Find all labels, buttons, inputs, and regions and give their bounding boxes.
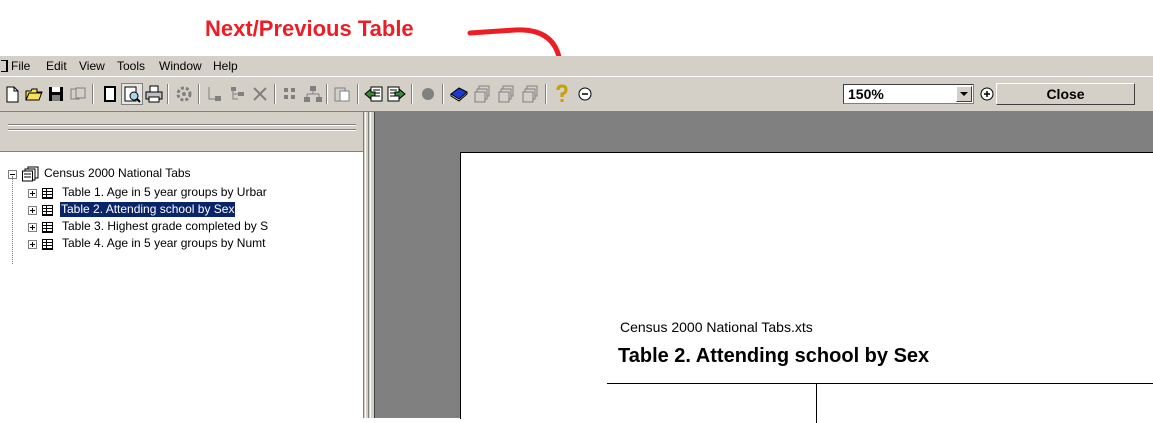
zoom-value: 150% (848, 86, 884, 102)
tree-item[interactable]: Table 3. Highest grade completed by S (0, 219, 363, 235)
expand-toggle-icon[interactable] (28, 206, 37, 215)
save-disk-icon[interactable] (46, 84, 66, 104)
zoom-in-icon[interactable] (977, 84, 997, 104)
pane-splitter[interactable] (363, 112, 375, 418)
hierarchy-icon[interactable] (303, 84, 323, 104)
expand-toggle-icon[interactable] (28, 223, 37, 232)
document-filename: Census 2000 National Tabs.xts (620, 319, 813, 335)
new-document-icon[interactable] (2, 84, 22, 104)
zoom-out-icon[interactable] (575, 84, 595, 104)
tree-item-label: Table 3. Highest grade completed by S (62, 219, 269, 233)
menu-help[interactable]: Help (213, 59, 238, 73)
menu-view[interactable]: View (79, 59, 105, 73)
menu-edit[interactable]: Edit (46, 59, 67, 73)
expand-tree-icon[interactable] (228, 84, 248, 104)
toolbar-separator (326, 84, 328, 104)
document-title: Table 2. Attending school by Sex (618, 345, 930, 367)
toolbar-separator (442, 84, 444, 104)
close-button[interactable]: Close (996, 83, 1135, 105)
pane-grip (8, 125, 356, 126)
document-page: Census 2000 National Tabs.xts Table 2. A… (460, 152, 1153, 423)
print-icon[interactable] (144, 84, 164, 104)
menu-tools[interactable]: Tools (117, 59, 145, 73)
grid-icon[interactable] (280, 84, 300, 104)
tree-item-label: Table 4. Age in 5 year groups by Numt (62, 236, 266, 250)
menu-bar: File Edit View Tools Window Help (0, 56, 1153, 76)
stack-2-icon[interactable] (496, 84, 516, 104)
tree-pane: Census 2000 National Tabs Table 1. Age i… (0, 112, 363, 418)
tree-root-label: Census 2000 National Tabs (44, 166, 191, 180)
toolbar-separator (357, 84, 359, 104)
table-icon (42, 222, 53, 233)
previous-table-icon[interactable] (364, 84, 384, 104)
table-icon (42, 239, 53, 250)
delete-x-icon[interactable] (250, 84, 270, 104)
tree-item[interactable]: Table 2. Attending school by Sex (0, 201, 363, 218)
table-icon (42, 188, 53, 199)
app-icon (1, 60, 8, 72)
help-icon[interactable] (552, 84, 572, 104)
toolbar-separator (411, 84, 413, 104)
expand-toggle-icon[interactable] (28, 189, 37, 198)
toolbar-separator (92, 84, 94, 104)
print-preview-icon[interactable] (121, 83, 143, 105)
copy-pages-icon[interactable] (68, 84, 88, 104)
open-folder-icon[interactable] (24, 84, 44, 104)
toolbar-separator (198, 84, 200, 104)
tree-pane-header (0, 112, 363, 152)
table-border (607, 383, 1153, 384)
table-icon (42, 205, 53, 216)
tree-item-label-selected: Table 2. Attending school by Sex (58, 201, 237, 218)
toolbar-separator (167, 84, 169, 104)
tree-item[interactable]: Table 1. Age in 5 year groups by Urbar (0, 185, 363, 201)
zoom-select[interactable]: 150% (843, 84, 974, 104)
collapse-tree-icon[interactable] (205, 84, 225, 104)
tree-item-label: Table 1. Age in 5 year groups by Urbar (62, 185, 267, 199)
annotation-overlay: Next/Previous Table (0, 0, 1153, 82)
expand-toggle-icon[interactable] (28, 240, 37, 249)
book-icon[interactable] (449, 84, 469, 104)
preview-area: Census 2000 National Tabs.xts Table 2. A… (375, 112, 1153, 423)
table-border (816, 383, 817, 423)
menu-window[interactable]: Window (159, 59, 202, 73)
tree-item[interactable]: Table 4. Age in 5 year groups by Numt (0, 236, 363, 252)
chevron-down-icon[interactable] (956, 86, 972, 102)
paste-icon[interactable] (332, 84, 352, 104)
next-table-icon[interactable] (386, 84, 406, 104)
stack-1-icon[interactable] (472, 84, 492, 104)
toolbar-separator (545, 84, 547, 104)
stop-circle-icon[interactable] (418, 84, 438, 104)
book-stack-icon (22, 166, 39, 182)
pane-grip (8, 130, 356, 131)
stack-3-icon[interactable] (520, 84, 540, 104)
settings-gear-icon[interactable] (174, 84, 194, 104)
toolbar-separator (274, 84, 276, 104)
tree-root[interactable]: Census 2000 National Tabs (0, 166, 363, 182)
toolbar: 150% Close (0, 76, 1153, 112)
menu-file[interactable]: File (11, 59, 30, 73)
single-page-icon[interactable] (100, 84, 120, 104)
